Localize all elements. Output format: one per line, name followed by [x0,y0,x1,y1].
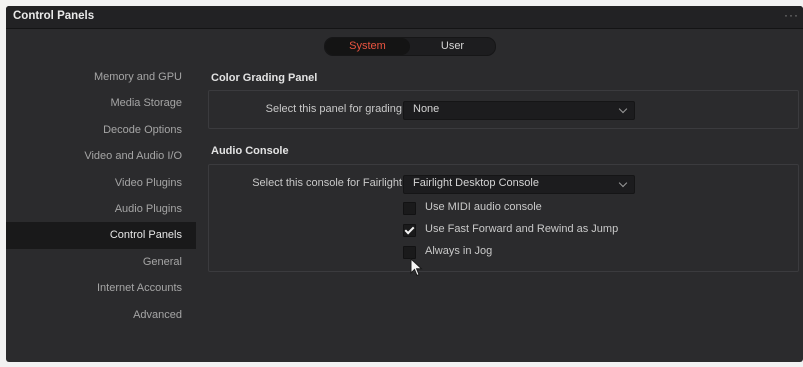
midi-audio-console-checkbox[interactable] [403,202,416,215]
audio-console-group: Select this console for Fairlight Fairli… [208,164,799,272]
grading-panel-label: Select this panel for grading [265,103,402,115]
grading-panel-value: None [413,103,440,115]
sidebar-item-audio-plugins[interactable]: Audio Plugins [6,196,196,222]
sidebar-item-memory-and-gpu[interactable]: Memory and GPU [6,64,196,90]
fairlight-console-label: Select this console for Fairlight [252,177,402,189]
fast-forward-rewind-jump-label: Use Fast Forward and Rewind as Jump [425,223,619,235]
fast-forward-rewind-jump-checkbox[interactable] [403,224,416,237]
sidebar-item-advanced[interactable]: Advanced [6,302,196,328]
fairlight-console-select[interactable]: Fairlight Desktop Console [403,175,635,194]
sidebar-item-control-panels[interactable]: Control Panels [6,222,196,249]
control-panels-window: Control Panels ··· System User Memory an… [6,6,803,362]
chevron-down-icon [618,104,628,114]
tab-system[interactable]: System [325,38,410,55]
grading-panel-select[interactable]: None [403,101,635,120]
chevron-down-icon [618,178,628,188]
sidebar-item-internet-accounts[interactable]: Internet Accounts [6,275,196,301]
more-options-icon[interactable]: ··· [784,8,799,22]
audio-console-heading: Audio Console [211,145,289,157]
sidebar-item-decode-options[interactable]: Decode Options [6,117,196,143]
fairlight-console-value: Fairlight Desktop Console [413,177,539,189]
tab-user[interactable]: User [410,38,495,55]
color-grading-panel-group: Select this panel for grading None [208,90,799,129]
midi-audio-console-label: Use MIDI audio console [425,201,542,213]
window-title: Control Panels [13,10,95,22]
sidebar-item-general[interactable]: General [6,249,196,275]
title-bar: Control Panels ··· [6,6,803,29]
mouse-cursor-icon [410,258,423,277]
sidebar: Memory and GPU Media Storage Decode Opti… [6,64,196,328]
sidebar-item-video-and-audio-io[interactable]: Video and Audio I/O [6,143,196,169]
sidebar-item-media-storage[interactable]: Media Storage [6,90,196,116]
system-user-toggle: System User [324,37,496,56]
color-grading-panel-heading: Color Grading Panel [211,72,318,84]
sidebar-item-video-plugins[interactable]: Video Plugins [6,170,196,196]
always-in-jog-label: Always in Jog [425,245,493,257]
